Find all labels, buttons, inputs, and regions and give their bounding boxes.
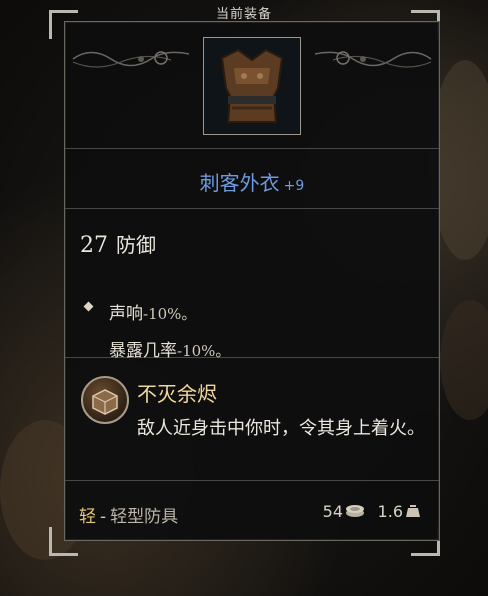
bullet-diamond-icon <box>83 301 94 312</box>
armor-stat: 27 防御 <box>80 229 156 258</box>
passive-title: 不灭余烬 <box>137 382 217 406</box>
burning-box-icon <box>81 376 129 424</box>
item-name-row: 刺客外衣 +9 <box>65 149 439 209</box>
item-name: 刺客外衣 +9 <box>199 171 305 195</box>
weight-class: 轻 - 轻型防具 <box>79 502 178 527</box>
armor-value: 27 <box>80 233 108 258</box>
item-tooltip: 刺客外衣 +9 27 防御 声响-10%。 暴露几率-10%。 不灭余烬 敌人近身击… <box>64 21 440 541</box>
weight-class-label: 轻 <box>79 507 96 527</box>
ornament-left <box>72 51 190 68</box>
separator: - <box>100 507 107 527</box>
leather-armor-icon <box>220 48 284 123</box>
modifier-label: 声响 <box>109 304 143 324</box>
ornament-right <box>314 51 432 68</box>
item-footer: 轻 - 轻型防具 54 1.6 <box>65 482 439 538</box>
item-image <box>203 37 301 135</box>
passive-ability: 不灭余烬 敌人近身击中你时，令其身上着火。 <box>65 358 439 481</box>
modifier-noise: 声响-10%。 <box>109 299 196 324</box>
passive-description: 敌人近身击中你时，令其身上着火。 <box>137 418 425 439</box>
item-weight: 1.6 <box>377 502 403 521</box>
item-upgrade-level: +9 <box>283 178 305 194</box>
item-stats: 27 防御 声响-10%。 暴露几率-10%。 <box>65 209 439 361</box>
weight-icon <box>406 505 420 517</box>
armor-type: 轻型防具 <box>110 507 179 527</box>
item-price: 54 <box>322 502 343 521</box>
coin-stack-icon <box>346 505 364 517</box>
armor-label: 防御 <box>116 233 156 257</box>
modifier-value: -10%。 <box>143 305 197 323</box>
item-portrait-row <box>65 22 439 149</box>
background-scenery <box>440 300 488 420</box>
